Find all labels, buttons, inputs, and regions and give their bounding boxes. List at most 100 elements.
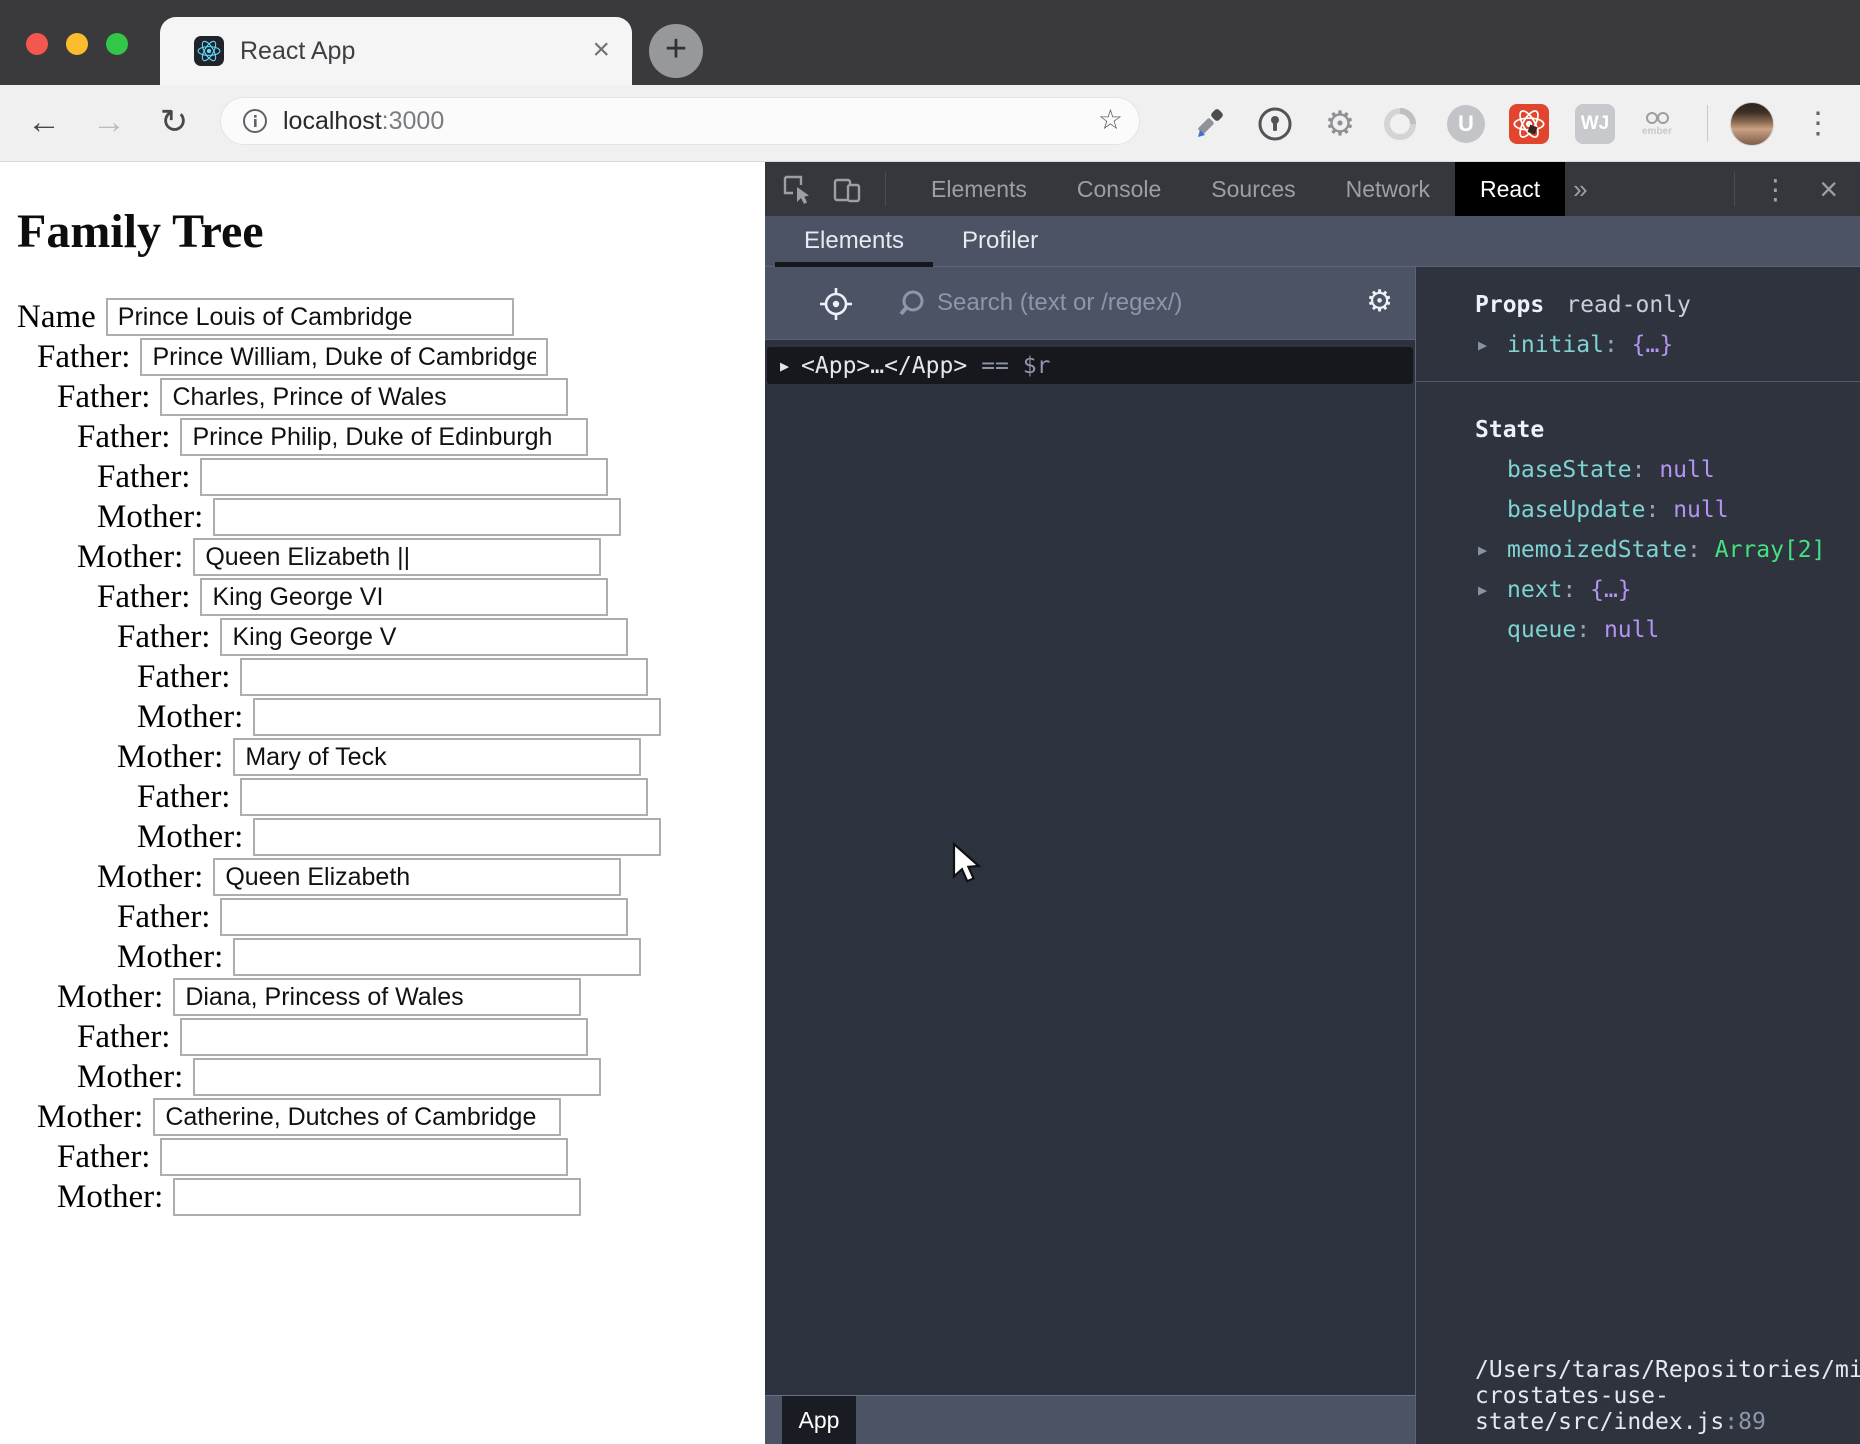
family-form-row: Father: [17,457,765,497]
devtools-panel: ElementsConsoleSourcesNetworkReact » ⋮ ×… [765,162,1860,1444]
component-tree: ▶ <App>…</App> == $r [765,341,1415,1395]
name-input-14[interactable] [213,858,621,896]
devtools-tab-react[interactable]: React [1455,162,1565,216]
toolbar-divider [1707,105,1708,142]
expander-triangle-icon[interactable]: ▶ [1478,530,1487,570]
name-input-3[interactable] [180,418,588,456]
tab-close-icon[interactable]: × [592,17,610,85]
name-input-9[interactable] [240,658,648,696]
name-input-8[interactable] [220,618,628,656]
window-maximize-button[interactable] [106,33,128,55]
devtools-close-icon[interactable]: × [1819,171,1838,208]
name-input-1[interactable] [140,338,548,376]
field-label: Mother: [37,1099,143,1136]
expander-triangle-icon[interactable]: ▶ [780,357,789,375]
kv-value: {…} [1590,577,1632,603]
reload-button-icon[interactable]: ↻ [149,85,199,162]
new-tab-button[interactable]: + [649,24,703,78]
devtools-tab-elements[interactable]: Elements [906,162,1052,216]
field-label: Father: [57,379,150,416]
devtools-tab-network[interactable]: Network [1321,162,1455,216]
name-input-18[interactable] [180,1018,588,1056]
ember-inspector-extension-icon[interactable]: ember [1633,85,1681,162]
family-tree-form: NameFather:Father:Father:Father:Mother:M… [0,297,765,1217]
component-source-path[interactable]: /Users/taras/Repositories/microstates-us… [1475,1357,1850,1435]
kv-key: baseUpdate [1507,497,1645,523]
onepassword-extension-icon[interactable] [1251,85,1299,162]
family-form-row: Mother: [17,497,765,537]
expander-triangle-icon[interactable]: ▶ [1478,570,1487,610]
devtools-tab-sources[interactable]: Sources [1186,162,1320,216]
color-picker-extension-icon[interactable] [1186,85,1234,162]
back-button-icon[interactable]: ← [19,85,69,162]
window-close-button[interactable] [26,33,48,55]
browser-menu-icon[interactable]: ⋮ [1798,85,1838,162]
family-form-row: Mother: [17,537,765,577]
name-input-2[interactable] [160,378,568,416]
kv-key: memoizedState [1507,537,1687,563]
field-label: Mother: [137,699,243,736]
react-subtab-elements[interactable]: Elements [775,216,933,266]
family-form-row: Mother: [17,1057,765,1097]
bug-extension-icon[interactable]: ⚙ [1316,85,1364,162]
name-input-12[interactable] [240,778,648,816]
site-info-icon[interactable] [241,107,269,135]
kv-row-baseState: baseState: null [1416,450,1860,490]
swirl-extension-icon[interactable] [1376,85,1424,162]
react-devtools-extension-icon[interactable] [1505,85,1553,162]
name-input-19[interactable] [193,1058,601,1096]
kv-value: null [1604,617,1659,643]
family-form-row: Father: [17,777,765,817]
name-input-5[interactable] [213,498,621,536]
more-tabs-icon[interactable]: » [1573,174,1587,205]
browser-tab[interactable]: React App × [160,17,632,85]
name-input-6[interactable] [193,538,601,576]
name-input-16[interactable] [233,938,641,976]
kv-key: initial [1507,332,1604,358]
expander-triangle-icon[interactable]: ▶ [1478,325,1487,365]
name-input-13[interactable] [253,818,661,856]
field-label: Mother: [77,1059,183,1096]
name-input-11[interactable] [233,738,641,776]
react-subtab-profiler[interactable]: Profiler [933,216,1067,266]
devtools-tab-console[interactable]: Console [1052,162,1186,216]
family-form-row: Mother: [17,737,765,777]
name-input-20[interactable] [153,1098,561,1136]
field-label: Father: [57,1139,150,1176]
selected-component-row[interactable]: ▶ <App>…</App> == $r [767,347,1413,384]
field-label: Mother: [117,739,223,776]
devtools-menu-icon[interactable]: ⋮ [1761,173,1789,206]
tab-strip: React App × + [0,0,1860,85]
address-bar[interactable]: localhost:3000 ☆ [220,97,1140,145]
kv-key: queue [1507,617,1576,643]
ublock-extension-icon[interactable]: U [1442,85,1490,162]
search-bar: ⚙ [765,267,1415,340]
name-input-21[interactable] [160,1138,568,1176]
kv-row-initial[interactable]: ▶initial: {…} [1416,325,1860,365]
profile-avatar[interactable] [1730,102,1774,146]
kv-value: Array[2] [1715,537,1826,563]
search-input[interactable] [937,267,1337,339]
search-settings-gear-icon[interactable]: ⚙ [1366,267,1393,339]
wsj-extension-icon[interactable]: WJ [1571,85,1619,162]
kv-row-memoizedState[interactable]: ▶memoizedState: Array[2] [1416,530,1860,570]
inspect-element-icon[interactable] [781,173,813,205]
bookmark-star-icon[interactable]: ☆ [1098,98,1123,144]
name-input-4[interactable] [200,458,608,496]
name-input-17[interactable] [173,978,581,1016]
name-input-0[interactable] [106,298,514,336]
name-input-22[interactable] [173,1178,581,1216]
device-toolbar-icon[interactable] [831,173,863,205]
props-state-sidebar: Propsread-only ▶initial: {…} State baseS… [1415,267,1860,1444]
field-label: Father: [97,459,190,496]
name-input-10[interactable] [253,698,661,736]
select-element-target-icon[interactable] [817,285,855,323]
name-input-15[interactable] [220,898,628,936]
name-input-7[interactable] [200,578,608,616]
kv-row-queue: queue: null [1416,610,1860,650]
breadcrumb-app-badge[interactable]: App [782,1396,856,1444]
field-label: Name [17,299,96,336]
family-form-row: Mother: [17,857,765,897]
kv-row-next[interactable]: ▶next: {…} [1416,570,1860,610]
window-minimize-button[interactable] [66,33,88,55]
